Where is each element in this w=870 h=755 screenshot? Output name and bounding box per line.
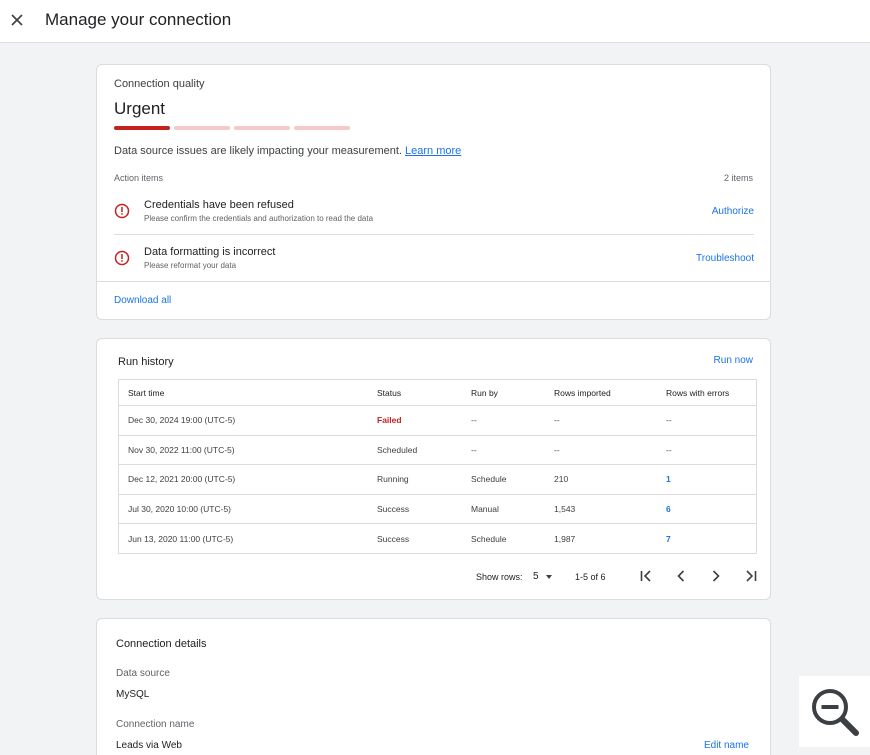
action-items-count: 2 items <box>723 173 753 183</box>
column-header: Start time <box>128 387 165 398</box>
column-header: Status <box>377 387 402 398</box>
action-item: Data formatting is incorrect Please refo… <box>114 236 754 282</box>
connection-details-card: Connection details Data source MySQL Con… <box>96 618 771 755</box>
table-header-row: Start time Status Run by Rows imported R… <box>119 380 756 405</box>
rows-with-errors-link[interactable]: 7 <box>666 534 671 544</box>
show-rows-label: Show rows: <box>476 572 523 582</box>
quality-level: Urgent <box>114 99 166 118</box>
last-page-icon[interactable] <box>743 568 759 584</box>
connection-quality-label: Connection quality <box>114 78 205 90</box>
action-item-title: Credentials have been refused <box>144 199 294 211</box>
page-range: 1-5 of 6 <box>575 572 606 582</box>
status-cell: Success <box>377 504 410 515</box>
status-cell: Running <box>377 474 409 485</box>
close-icon[interactable] <box>6 9 28 31</box>
run-by-cell: -- <box>471 415 477 426</box>
download-all-button[interactable]: Download all <box>114 295 171 306</box>
meter-segment <box>294 126 350 130</box>
meter-segment <box>114 126 170 130</box>
column-header: Rows imported <box>554 387 611 398</box>
run-history-table: Start time Status Run by Rows imported R… <box>118 379 757 554</box>
start-time-cell: Dec 30, 2024 19:00 (UTC-5) <box>128 415 236 426</box>
table-row: Nov 30, 2022 11:00 (UTC-5) Scheduled -- … <box>119 434 756 465</box>
action-item-title: Data formatting is incorrect <box>144 246 276 258</box>
rows-with-errors-cell: -- <box>666 444 672 455</box>
status-cell: Scheduled <box>377 444 418 455</box>
run-history-card: Run history Run now Start time Status Ru… <box>96 338 771 600</box>
rows-with-errors-link[interactable]: 1 <box>666 474 671 484</box>
table-row: Jun 13, 2020 11:00 (UTC-5) Success Sched… <box>119 523 756 553</box>
troubleshoot-button[interactable]: Troubleshoot <box>696 253 754 264</box>
rows-with-errors-link[interactable]: 6 <box>666 504 671 514</box>
rows-imported-cell: -- <box>554 444 560 455</box>
action-items-label: Action items <box>114 173 164 183</box>
alert-circle-icon <box>114 203 130 219</box>
start-time-cell: Jul 30, 2020 10:00 (UTC-5) <box>128 504 231 515</box>
quality-meter <box>114 126 354 130</box>
zoom-out-icon[interactable] <box>799 676 870 747</box>
column-header: Rows with errors <box>666 387 730 398</box>
run-by-cell: -- <box>471 444 477 455</box>
quality-description-text: Data source issues are likely impacting … <box>114 145 402 157</box>
quality-description: Data source issues are likely impacting … <box>114 145 461 157</box>
rows-imported-cell: -- <box>554 415 560 426</box>
rows-per-page-select[interactable]: 5 <box>533 571 539 582</box>
edit-name-button[interactable]: Edit name <box>704 740 749 751</box>
run-history-title: Run history <box>118 356 174 368</box>
start-time-cell: Nov 30, 2022 11:00 (UTC-5) <box>128 444 235 455</box>
rows-imported-cell: 210 <box>554 474 569 485</box>
table-row: Dec 12, 2021 20:00 (UTC-5) Running Sched… <box>119 464 756 494</box>
run-by-cell: Manual <box>471 504 499 515</box>
action-item-subtitle: Please confirm the credentials and autho… <box>144 214 374 223</box>
meter-segment <box>174 126 230 130</box>
run-by-cell: Schedule <box>471 533 507 544</box>
data-source-value: MySQL <box>116 689 150 700</box>
data-source-label: Data source <box>116 668 170 679</box>
alert-circle-icon <box>114 250 130 266</box>
next-page-icon[interactable] <box>708 568 724 584</box>
column-header: Run by <box>471 387 498 398</box>
first-page-icon[interactable] <box>638 568 654 584</box>
connection-name-label: Connection name <box>116 719 195 730</box>
run-by-cell: Schedule <box>471 474 507 485</box>
status-cell: Success <box>377 533 410 544</box>
action-item-subtitle: Please reformat your data <box>144 261 237 270</box>
start-time-cell: Jun 13, 2020 11:00 (UTC-5) <box>128 533 234 544</box>
action-item: Credentials have been refused Please con… <box>114 189 754 235</box>
rows-with-errors-cell: -- <box>666 415 672 426</box>
connection-name-value: Leads via Web <box>116 740 182 751</box>
table-row: Dec 30, 2024 19:00 (UTC-5) Failed -- -- … <box>119 405 756 435</box>
run-now-button[interactable]: Run now <box>714 355 753 366</box>
page-title: Manage your connection <box>45 10 232 29</box>
authorize-button[interactable]: Authorize <box>712 206 754 217</box>
table-row: Jul 30, 2020 10:00 (UTC-5) Success Manua… <box>119 493 756 524</box>
connection-details-title: Connection details <box>116 638 207 650</box>
divider <box>97 281 770 282</box>
top-bar: Manage your connection <box>0 0 870 43</box>
connection-quality-card: Connection quality Urgent Data source is… <box>96 64 771 320</box>
rows-imported-cell: 1,987 <box>554 533 576 544</box>
status-cell: Failed <box>377 415 402 426</box>
pagination: Show rows: 5 1-5 of 6 <box>97 564 770 589</box>
previous-page-icon[interactable] <box>673 568 689 584</box>
meter-segment <box>234 126 290 130</box>
chevron-down-icon[interactable] <box>546 575 552 579</box>
start-time-cell: Dec 12, 2021 20:00 (UTC-5) <box>128 474 236 485</box>
learn-more-link[interactable]: Learn more <box>405 145 461 157</box>
rows-imported-cell: 1,543 <box>554 504 576 515</box>
